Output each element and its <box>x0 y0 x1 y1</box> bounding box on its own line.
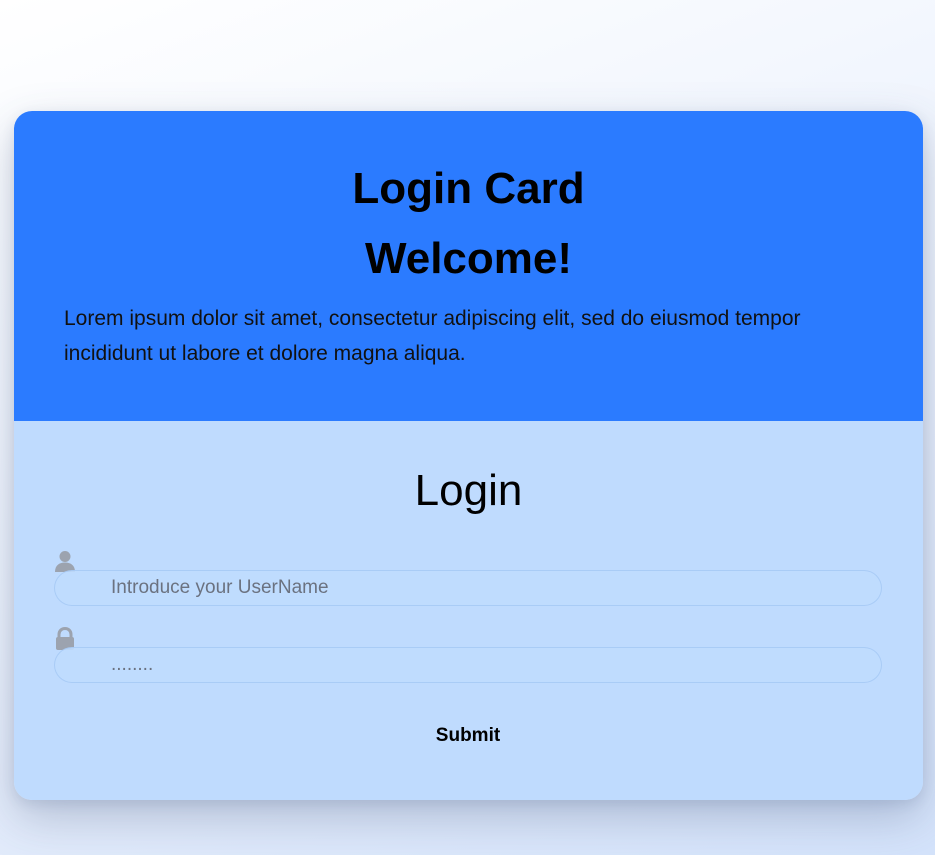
login-heading: Login <box>414 466 523 515</box>
username-input[interactable] <box>54 570 882 606</box>
welcome-heading: Welcome! <box>364 234 573 283</box>
password-input[interactable] <box>54 647 882 683</box>
submit-button[interactable]: Submit <box>398 719 538 753</box>
login-form: Login Submit <box>14 421 923 800</box>
card-header: Login Card Welcome! Lorem ipsum dolor si… <box>14 111 923 421</box>
login-card: Login Card Welcome! Lorem ipsum dolor si… <box>14 111 923 800</box>
card-title: Login Card <box>352 164 585 213</box>
description-text: Lorem ipsum dolor sit amet, consectetur … <box>64 307 801 365</box>
